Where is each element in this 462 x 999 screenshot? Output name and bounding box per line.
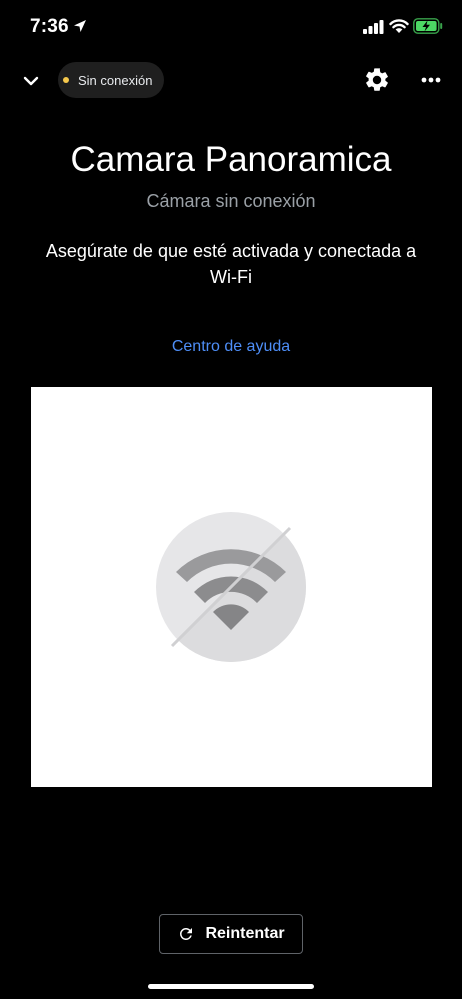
device-title: Camara Panoramica <box>70 140 392 179</box>
refresh-icon <box>180 928 193 940</box>
chevron-down-icon <box>23 76 39 86</box>
battery-charging-icon <box>413 18 443 34</box>
connection-status-label: Sin conexión <box>78 72 153 88</box>
gear-icon[interactable] <box>363 66 391 94</box>
retry-button[interactable]: Reintentar <box>159 914 303 954</box>
reconnect-instructions: Asegúrate de que esté activada y conecta… <box>45 241 417 287</box>
connection-status-chip: Sin conexión <box>58 62 164 98</box>
device-status-subtitle: Cámara sin conexión <box>146 191 316 211</box>
more-horizontal-icon <box>421 77 441 83</box>
status-dot <box>63 77 69 83</box>
retry-label: Reintentar <box>205 925 285 942</box>
wifi-status-icon <box>389 19 409 33</box>
status-bar: 7:36 <box>0 0 462 54</box>
wifi-offline-icon <box>156 512 306 662</box>
status-time: 7:36 <box>30 16 69 37</box>
collapse-button[interactable] <box>19 69 43 93</box>
location-arrow-icon <box>74 20 86 32</box>
help-center-link[interactable]: Centro de ayuda <box>0 338 462 356</box>
camera-preview <box>31 387 432 787</box>
more-options-button[interactable] <box>417 70 445 90</box>
home-indicator[interactable] <box>148 984 314 989</box>
cellular-signal-icon <box>363 20 384 34</box>
